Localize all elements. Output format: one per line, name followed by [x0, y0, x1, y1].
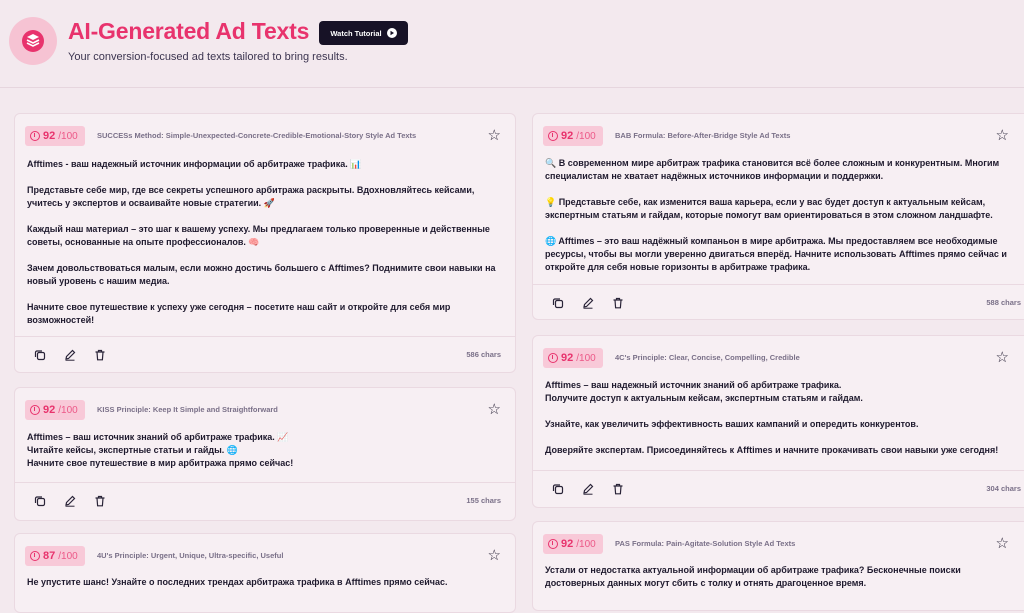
- ad-text-body: Не упустите шанс! Узнайте о последних тр…: [27, 576, 501, 589]
- score-badge: 92 /100: [543, 534, 603, 554]
- trash-icon[interactable]: [611, 296, 625, 310]
- ad-text-paragraph: Не упустите шанс! Узнайте о последних тр…: [27, 577, 448, 587]
- method-label: 4C's Principle: Clear, Concise, Compelli…: [615, 353, 800, 362]
- score-max: /100: [576, 352, 596, 364]
- score-value: 92: [561, 538, 574, 550]
- edit-icon[interactable]: [581, 482, 595, 496]
- method-label: KISS Principle: Keep It Simple and Strai…: [97, 405, 278, 414]
- copy-icon[interactable]: [551, 296, 565, 310]
- ad-text-card: 92 /100 4C's Principle: Clear, Concise, …: [532, 335, 1024, 508]
- ad-text-paragraph: Читайте кейсы, экспертные статьи и гайды…: [27, 445, 238, 455]
- trash-icon[interactable]: [93, 348, 107, 362]
- score-max: /100: [576, 130, 596, 142]
- ad-text-paragraph: Узнайте, как увеличить эффективность ваш…: [545, 419, 919, 429]
- score-badge: 92 /100: [25, 126, 85, 146]
- ad-text-body: 🔍 В современном мире арбитраж трафика ст…: [545, 157, 1007, 274]
- score-badge: 92 /100: [543, 348, 603, 368]
- score-value: 92: [43, 404, 56, 416]
- trash-icon[interactable]: [93, 494, 107, 508]
- watch-tutorial-button[interactable]: Watch Tutorial: [319, 21, 408, 45]
- ad-text-paragraph: Получите доступ к актуальным кейсам, экс…: [545, 393, 863, 403]
- ad-text-card: 92 /100 PAS Formula: Pain-Agitate-Soluti…: [532, 521, 1024, 611]
- copy-icon[interactable]: [33, 494, 47, 508]
- ad-text-card: 92 /100 KISS Principle: Keep It Simple a…: [14, 387, 516, 521]
- char-count: 155 chars: [466, 496, 501, 505]
- score-badge: 87 /100: [25, 546, 85, 566]
- copy-icon[interactable]: [33, 348, 47, 362]
- ad-text-paragraph: Afftimes - ваш надежный источник информа…: [27, 159, 362, 169]
- ad-text-paragraph: 🌐 Afftimes – это ваш надёжный компаньон …: [545, 236, 1007, 272]
- edit-icon[interactable]: [581, 296, 595, 310]
- method-label: SUCCESs Method: Simple-Unexpected-Concre…: [97, 131, 417, 140]
- ad-text-paragraph: Начните свое путешествие в мир арбитража…: [27, 458, 294, 468]
- score-badge: 92 /100: [543, 126, 603, 146]
- ad-text-body: Afftimes – ваш надежный источник знаний …: [545, 379, 1007, 457]
- ad-text-card: 92 /100 SUCCESs Method: Simple-Unexpecte…: [14, 113, 516, 373]
- page-subtitle: Your conversion-focused ad texts tailore…: [68, 51, 348, 63]
- ad-text-paragraph: Устали от недостатка актуальной информац…: [545, 565, 961, 588]
- ad-text-body: Afftimes - ваш надежный источник информа…: [27, 158, 501, 327]
- method-label: 4U's Principle: Urgent, Unique, Ultra-sp…: [97, 551, 284, 560]
- star-icon[interactable]: ☆: [996, 534, 1009, 552]
- ad-text-paragraph: 💡 Представьте себе, как изменится ваша к…: [545, 197, 993, 220]
- ad-text-paragraph: Представьте себе мир, где все секреты ус…: [27, 185, 475, 208]
- ad-text-card: 92 /100 BAB Formula: Before-After-Bridge…: [532, 113, 1024, 320]
- star-icon[interactable]: ☆: [488, 546, 501, 564]
- copy-icon[interactable]: [551, 482, 565, 496]
- score-max: /100: [58, 130, 78, 142]
- star-icon[interactable]: ☆: [488, 400, 501, 418]
- score-max: /100: [576, 538, 596, 550]
- ad-text-paragraph: Afftimes – ваш надежный источник знаний …: [545, 380, 842, 390]
- watch-tutorial-label: Watch Tutorial: [330, 28, 382, 38]
- ad-text-paragraph: Зачем довольствоваться малым, если можно…: [27, 263, 496, 286]
- ad-text-paragraph: 🔍 В современном мире арбитраж трафика ст…: [545, 158, 1000, 181]
- edit-icon[interactable]: [63, 494, 77, 508]
- score-value: 92: [561, 352, 574, 364]
- score-max: /100: [58, 404, 78, 416]
- ad-text-paragraph: Начните свое путешествие к успеху уже се…: [27, 302, 451, 325]
- score-value: 87: [43, 550, 56, 562]
- gauge-icon: [30, 551, 40, 561]
- ad-text-paragraph: Доверяйте экспертам. Присоединяйтесь к A…: [545, 445, 999, 455]
- edit-icon[interactable]: [63, 348, 77, 362]
- ad-text-body: Устали от недостатка актуальной информац…: [545, 564, 1007, 590]
- method-label: BAB Formula: Before-After-Bridge Style A…: [615, 131, 791, 140]
- ad-text-paragraph: Каждый наш материал – это шаг к вашему у…: [27, 224, 490, 247]
- method-label: PAS Formula: Pain-Agitate-Solution Style…: [615, 539, 796, 548]
- char-count: 304 chars: [986, 484, 1021, 493]
- layers-icon: [9, 17, 57, 65]
- star-icon[interactable]: ☆: [996, 348, 1009, 366]
- star-icon[interactable]: ☆: [996, 126, 1009, 144]
- char-count: 586 chars: [466, 350, 501, 359]
- gauge-icon: [548, 539, 558, 549]
- play-icon: [386, 28, 397, 38]
- gauge-icon: [30, 405, 40, 415]
- page-title: AI-Generated Ad Texts: [68, 18, 310, 44]
- char-count: 588 chars: [986, 298, 1021, 307]
- gauge-icon: [30, 131, 40, 141]
- score-value: 92: [561, 130, 574, 142]
- star-icon[interactable]: ☆: [488, 126, 501, 144]
- gauge-icon: [548, 353, 558, 363]
- trash-icon[interactable]: [611, 482, 625, 496]
- gauge-icon: [548, 131, 558, 141]
- ad-text-body: Afftimes – ваш источник знаний об арбитр…: [27, 431, 501, 470]
- score-value: 92: [43, 130, 56, 142]
- score-badge: 92 /100: [25, 400, 85, 420]
- score-max: /100: [58, 550, 78, 562]
- page-header: AI-Generated Ad Texts Your conversion-fo…: [0, 0, 1024, 88]
- ad-text-paragraph: Afftimes – ваш источник знаний об арбитр…: [27, 432, 289, 442]
- ad-text-card: 87 /100 4U's Principle: Urgent, Unique, …: [14, 533, 516, 613]
